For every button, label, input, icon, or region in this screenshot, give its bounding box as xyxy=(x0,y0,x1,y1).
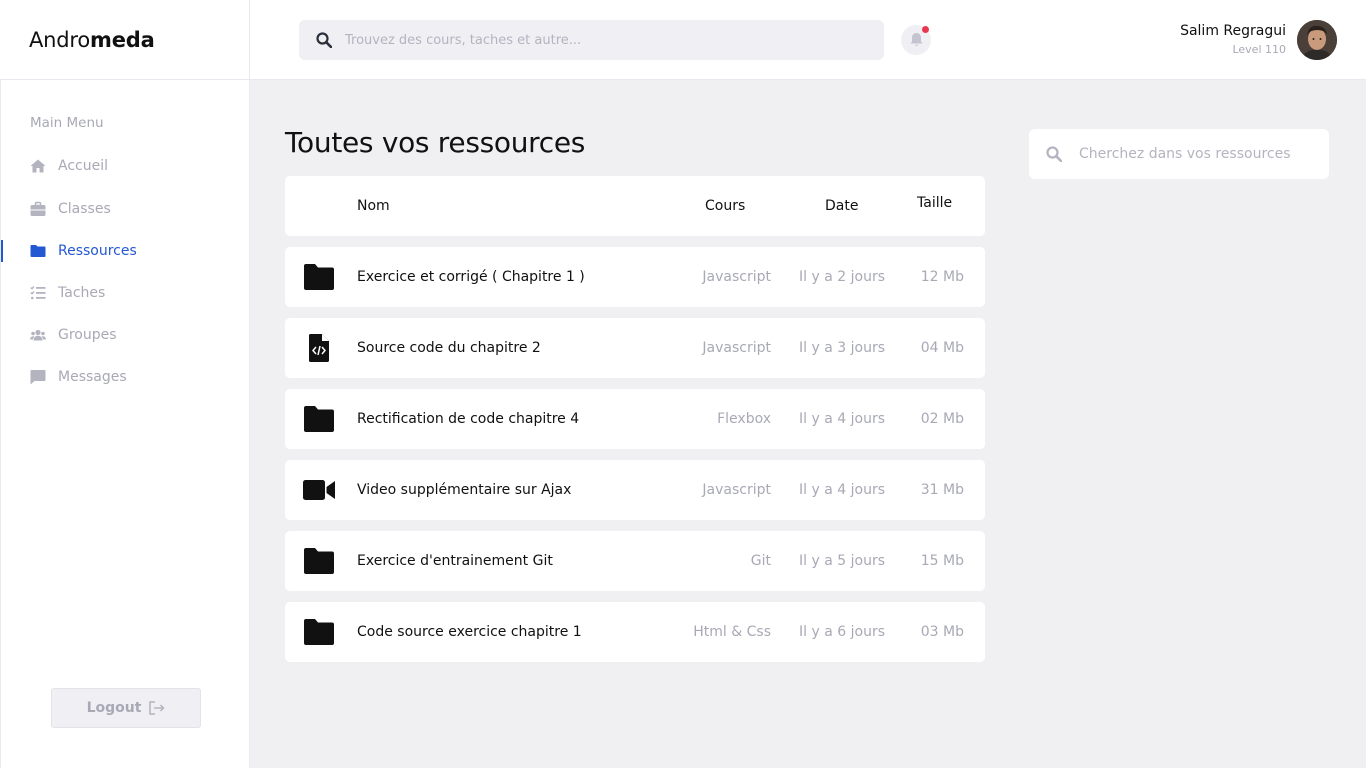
logout-label: Logout xyxy=(86,700,142,716)
brand-name-part2: meda xyxy=(90,28,155,52)
notification-button[interactable] xyxy=(901,25,931,55)
row-name[interactable]: Exercice d'entrainement Git xyxy=(357,531,553,591)
page-title: Toutes vos ressources xyxy=(285,126,586,159)
row-course: Html & Css xyxy=(693,624,771,640)
sidebar-item-label: Classes xyxy=(58,201,111,217)
global-search xyxy=(299,20,884,60)
table-row[interactable]: Exercice et corrigé ( Chapitre 1 ) Javas… xyxy=(285,247,985,307)
row-size: 12 Mb xyxy=(920,269,964,285)
sidebar-item-label: Groupes xyxy=(58,327,117,343)
brand-logo[interactable]: Andro meda xyxy=(0,0,250,80)
sidebar: Main Menu Accueil Classes Ressources Tac… xyxy=(0,80,250,768)
row-name[interactable]: Exercice et corrigé ( Chapitre 1 ) xyxy=(357,247,585,307)
column-header-course[interactable]: Cours xyxy=(705,176,745,236)
row-date: Il y a 6 jours xyxy=(799,624,885,640)
row-size: 04 Mb xyxy=(920,340,964,356)
row-course: Git xyxy=(750,553,771,569)
search-icon xyxy=(316,32,332,48)
sidebar-item-label: Accueil xyxy=(58,158,108,174)
row-name[interactable]: Code source exercice chapitre 1 xyxy=(357,602,582,662)
table-row[interactable]: Rectification de code chapitre 4 Flexbox… xyxy=(285,389,985,449)
row-date: Il y a 2 jours xyxy=(799,269,885,285)
folder-icon xyxy=(304,264,334,290)
row-size: 03 Mb xyxy=(920,624,964,640)
row-date: Il y a 3 jours xyxy=(799,340,885,356)
row-size: 02 Mb xyxy=(920,411,964,427)
row-course: Javascript xyxy=(702,482,771,498)
search-icon xyxy=(1046,146,1062,162)
briefcase-icon xyxy=(30,201,46,216)
users-icon xyxy=(30,329,46,341)
sidebar-item-classes[interactable]: Classes xyxy=(1,194,250,224)
avatar[interactable] xyxy=(1297,20,1337,60)
row-course: Javascript xyxy=(702,340,771,356)
row-name[interactable]: Source code du chapitre 2 xyxy=(357,318,541,378)
brand-name-part1: Andro xyxy=(29,28,91,52)
resource-search xyxy=(1029,129,1329,179)
table-row[interactable]: Code source exercice chapitre 1 Html & C… xyxy=(285,602,985,662)
row-name[interactable]: Video supplémentaire sur Ajax xyxy=(357,460,571,520)
column-header-name[interactable]: Nom xyxy=(357,176,390,236)
row-date: Il y a 5 jours xyxy=(799,553,885,569)
notification-dot xyxy=(922,26,929,33)
user-name: Salim Regragui xyxy=(1180,23,1286,39)
message-icon xyxy=(30,370,46,385)
sidebar-item-label: Messages xyxy=(58,369,127,385)
row-name[interactable]: Rectification de code chapitre 4 xyxy=(357,389,579,449)
user-level: Level 110 xyxy=(1232,43,1286,56)
row-course: Flexbox xyxy=(717,411,771,427)
sidebar-item-groupes[interactable]: Groupes xyxy=(1,320,250,350)
sidebar-item-messages[interactable]: Messages xyxy=(1,362,250,392)
sidebar-item-label: Taches xyxy=(58,285,106,301)
column-header-size[interactable]: Taille xyxy=(917,173,952,233)
main-menu-title: Main Menu xyxy=(30,115,104,131)
code-file-icon xyxy=(309,334,329,362)
logout-button[interactable]: Logout xyxy=(51,688,201,728)
folder-icon xyxy=(30,245,46,257)
search-input[interactable] xyxy=(345,20,865,60)
row-size: 15 Mb xyxy=(920,553,964,569)
table-row[interactable]: Video supplémentaire sur Ajax Javascript… xyxy=(285,460,985,520)
resource-search-input[interactable] xyxy=(1079,129,1319,179)
table-header: Nom Cours Date Taille xyxy=(285,176,985,236)
sidebar-item-ressources[interactable]: Ressources xyxy=(1,236,250,266)
home-icon xyxy=(30,159,46,173)
folder-icon xyxy=(304,406,334,432)
row-size: 31 Mb xyxy=(920,482,964,498)
sidebar-item-label: Ressources xyxy=(58,243,137,259)
video-icon xyxy=(303,480,335,500)
tasks-icon xyxy=(30,286,46,300)
sidebar-item-taches[interactable]: Taches xyxy=(1,278,250,308)
logout-icon xyxy=(149,701,165,715)
top-bar: Andromeda Salim Regragui Level 110 xyxy=(0,0,1366,80)
column-header-date[interactable]: Date xyxy=(825,176,858,236)
row-date: Il y a 4 jours xyxy=(799,482,885,498)
folder-icon xyxy=(304,548,334,574)
row-date: Il y a 4 jours xyxy=(799,411,885,427)
row-course: Javascript xyxy=(702,269,771,285)
table-row[interactable]: Source code du chapitre 2 Javascript Il … xyxy=(285,318,985,378)
table-row[interactable]: Exercice d'entrainement Git Git Il y a 5… xyxy=(285,531,985,591)
sidebar-item-accueil[interactable]: Accueil xyxy=(1,151,250,181)
folder-icon xyxy=(304,619,334,645)
bell-icon xyxy=(910,33,922,47)
